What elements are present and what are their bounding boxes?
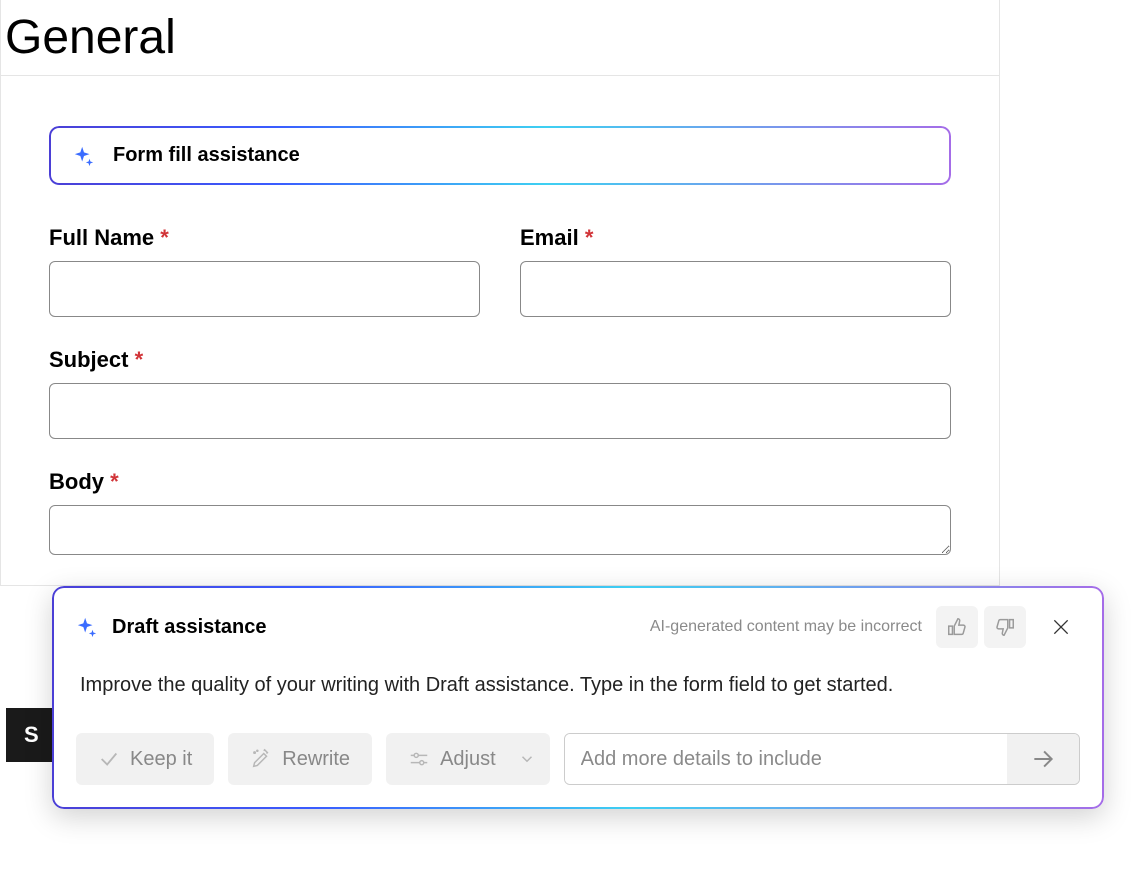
check-icon — [98, 748, 120, 770]
body-label: Body * — [49, 469, 951, 495]
full-name-input[interactable] — [49, 261, 480, 317]
send-button[interactable] — [1007, 734, 1079, 784]
full-name-label-text: Full Name — [49, 225, 154, 250]
keep-it-button[interactable]: Keep it — [76, 733, 214, 785]
email-label-text: Email — [520, 225, 579, 250]
required-marker: * — [585, 225, 594, 250]
keep-it-label: Keep it — [130, 748, 192, 771]
subject-label-text: Subject — [49, 347, 128, 372]
ai-warning-text: AI-generated content may be incorrect — [650, 618, 922, 636]
required-marker: * — [160, 225, 169, 250]
detail-input[interactable] — [565, 734, 1007, 784]
required-marker: * — [135, 347, 144, 372]
page-container: General Form fill assistance Full Name *… — [0, 0, 1000, 586]
form-area: Form fill assistance Full Name * Email * — [1, 76, 999, 585]
body-label-text: Body — [49, 469, 104, 494]
chevron-down-icon — [518, 750, 536, 768]
rewrite-icon — [250, 748, 272, 770]
form-fill-assistance-label: Form fill assistance — [113, 144, 300, 167]
subject-label: Subject * — [49, 347, 951, 373]
thumbs-down-icon — [994, 616, 1016, 638]
body-input[interactable] — [49, 505, 951, 555]
form-row-subject: Subject * — [49, 347, 951, 439]
full-name-label: Full Name * — [49, 225, 480, 251]
email-input[interactable] — [520, 261, 951, 317]
close-button[interactable] — [1042, 608, 1080, 646]
rewrite-button[interactable]: Rewrite — [228, 733, 372, 785]
arrow-right-icon — [1030, 746, 1056, 772]
form-row-body: Body * — [49, 469, 951, 555]
page-title: General — [1, 0, 999, 76]
draft-body-text: Improve the quality of your writing with… — [80, 674, 1080, 697]
field-full-name: Full Name * — [49, 225, 480, 317]
rewrite-label: Rewrite — [282, 748, 350, 771]
thumbs-up-icon — [946, 616, 968, 638]
detail-input-container — [564, 733, 1080, 785]
draft-assistance-panel: Draft assistance AI-generated content ma… — [52, 586, 1104, 809]
adjust-sliders-icon — [408, 748, 430, 770]
submit-button[interactable]: S — [6, 708, 57, 762]
field-body: Body * — [49, 469, 951, 555]
draft-actions: Keep it Rewrite Adjust — [76, 733, 1080, 785]
thumbs-up-button[interactable] — [936, 606, 978, 648]
thumbs-down-button[interactable] — [984, 606, 1026, 648]
adjust-button[interactable]: Adjust — [386, 733, 550, 785]
email-label: Email * — [520, 225, 951, 251]
draft-header: Draft assistance AI-generated content ma… — [76, 606, 1080, 648]
form-fill-assistance-banner[interactable]: Form fill assistance — [49, 126, 951, 185]
adjust-label: Adjust — [440, 748, 496, 771]
form-row-name-email: Full Name * Email * — [49, 225, 951, 317]
required-marker: * — [110, 469, 119, 494]
close-icon — [1051, 617, 1071, 637]
sparkle-icon — [76, 616, 98, 638]
subject-input[interactable] — [49, 383, 951, 439]
field-subject: Subject * — [49, 347, 951, 439]
draft-title: Draft assistance — [112, 616, 267, 639]
field-email: Email * — [520, 225, 951, 317]
sparkle-icon — [73, 145, 95, 167]
